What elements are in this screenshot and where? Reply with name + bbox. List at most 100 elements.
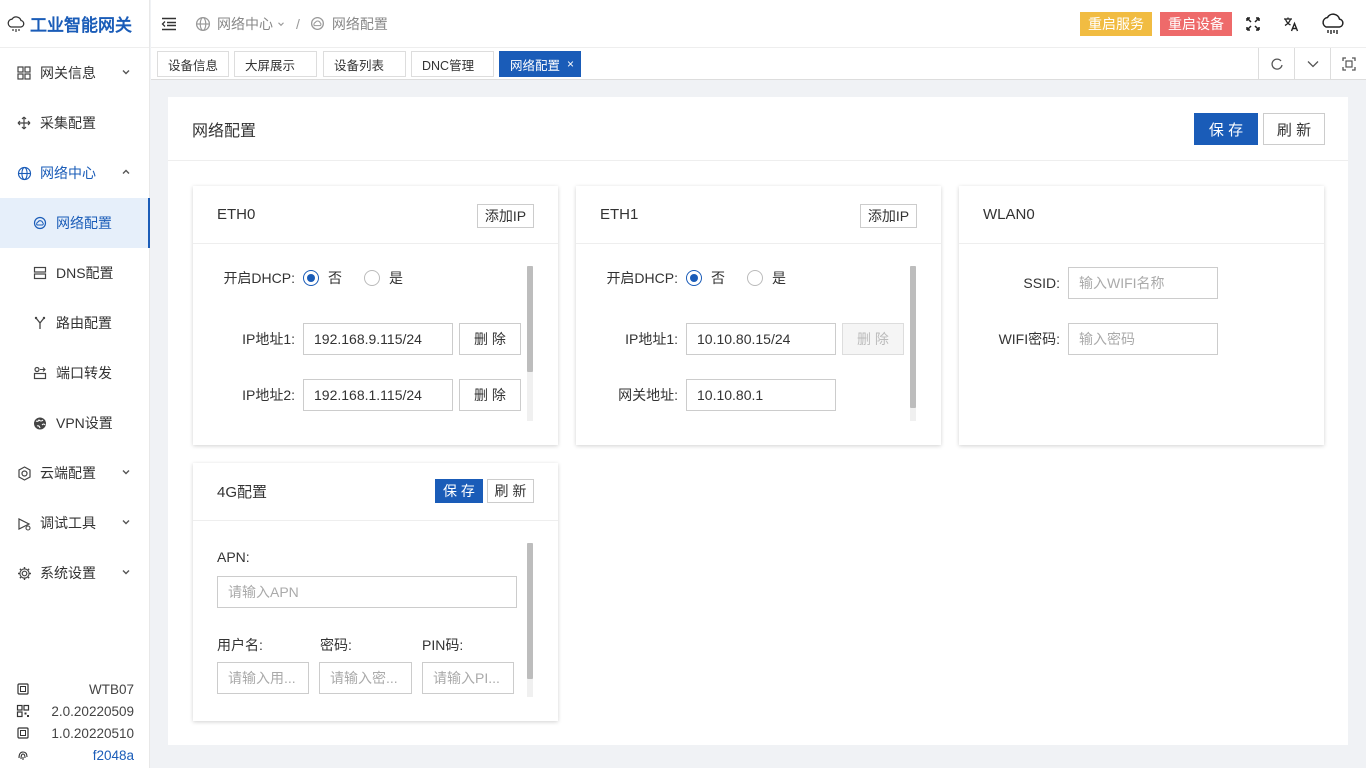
card-header: ETH1 添加IP	[576, 186, 941, 244]
fullscreen-icon[interactable]	[1244, 15, 1262, 33]
delete-button[interactable]: 删 除	[459, 379, 521, 411]
dhcp-label: 开启DHCP:	[606, 270, 678, 286]
firmware-version: 2.0.20220509	[51, 703, 134, 719]
scrollbar-thumb[interactable]	[910, 266, 916, 408]
card-header: ETH0 添加IP	[193, 186, 558, 244]
tab-device-info[interactable]: 设备信息	[157, 51, 229, 77]
menu-fold-icon[interactable]	[159, 14, 179, 34]
dhcp-yes-radio[interactable]: 是	[364, 268, 403, 288]
apn-label: APN:	[217, 549, 250, 565]
sidebar-item-network-config[interactable]: 网络配置	[0, 198, 150, 248]
cloud-nodes-icon	[16, 465, 32, 481]
sidebar-item-collect-config[interactable]: 采集配置	[0, 98, 150, 148]
username-input[interactable]: 请输入用...	[217, 662, 309, 694]
4g-card: 4G配置 保 存 刷 新 APN: 请输入APN 用户名: 密码: PIN码: …	[193, 463, 558, 721]
scrollbar[interactable]	[527, 543, 533, 697]
delete-button[interactable]: 删 除	[459, 323, 521, 355]
tab-big-screen[interactable]: 大屏展示	[234, 51, 317, 77]
restart-device-button[interactable]: 重启设备	[1160, 12, 1232, 36]
chevron-down-icon[interactable]	[276, 19, 286, 29]
sidebar-item-label: 调试工具	[40, 515, 96, 531]
tab-tools	[1258, 48, 1366, 79]
fingerprint-icon	[18, 751, 28, 760]
close-icon[interactable]: ×	[567, 57, 574, 71]
software-version-row: 1.0.20220510	[16, 722, 134, 744]
ip2-input[interactable]: 192.168.1.115/24	[303, 379, 453, 411]
chevron-down-icon[interactable]	[1294, 48, 1330, 79]
network-cloud-icon	[310, 16, 324, 30]
apn-input[interactable]: 请输入APN	[217, 576, 517, 608]
top-header: 网络中心 / 网络配置 重启服务 重启设备	[151, 0, 1366, 48]
ip1-label: IP地址1:	[242, 331, 295, 347]
scrollbar[interactable]	[910, 266, 916, 421]
sidebar-item-dns-config[interactable]: DNS配置	[0, 248, 150, 298]
card-title: ETH0	[217, 206, 256, 223]
scrollbar-thumb[interactable]	[527, 266, 533, 372]
tab-label: 大屏展示	[245, 58, 296, 73]
refresh-tab-icon[interactable]	[1258, 48, 1294, 79]
ssid-input[interactable]: 输入WIFI名称	[1068, 267, 1218, 299]
ip1-label: IP地址1:	[625, 331, 678, 347]
gateway-label: 网关地址:	[618, 387, 678, 403]
breadcrumb-item-network-center[interactable]: 网络中心	[217, 14, 273, 34]
refresh-4g-button[interactable]: 刷 新	[487, 479, 534, 503]
gateway-input[interactable]: 10.10.80.1	[686, 379, 836, 411]
sidebar-item-system-settings[interactable]: 系统设置	[0, 548, 150, 598]
username-label: 用户名:	[217, 637, 263, 653]
sidebar-item-route-config[interactable]: 路由配置	[0, 298, 150, 348]
qrcode-icon	[16, 704, 30, 718]
dhcp-yes-radio[interactable]: 是	[747, 268, 786, 288]
radio-dot	[364, 270, 380, 286]
dhcp-no-radio[interactable]: 否	[303, 268, 342, 288]
ip1-input[interactable]: 192.168.9.115/24	[303, 323, 453, 355]
sidebar-item-vpn-settings[interactable]: VPN设置	[0, 398, 150, 448]
header-actions: 重启服务 重启设备	[1080, 0, 1366, 48]
move-arrows-icon	[16, 115, 32, 131]
password-input[interactable]: 请输入密...	[319, 662, 412, 694]
add-ip-button[interactable]: 添加IP	[860, 204, 917, 228]
main-header: 网络配置 保 存 刷 新	[168, 97, 1348, 161]
sidebar-item-network-center[interactable]: 网络中心	[0, 148, 150, 198]
dhcp-no-radio[interactable]: 否	[686, 268, 725, 288]
sidebar-item-label: 端口转发	[56, 365, 112, 381]
delete-button: 删 除	[842, 323, 904, 355]
globe-icon	[16, 165, 32, 181]
expand-icon[interactable]	[1330, 48, 1366, 79]
scrollbar[interactable]	[527, 266, 533, 421]
route-icon	[32, 315, 48, 331]
app-logo[interactable]: 工业智能网关	[0, 0, 149, 48]
card-title: WLAN0	[983, 206, 1035, 223]
radio-dot	[747, 270, 763, 286]
add-ip-button[interactable]: 添加IP	[477, 204, 534, 228]
ip1-row: IP地址1: 192.168.9.115/24 删 除	[193, 323, 521, 355]
ssid-row: SSID: 输入WIFI名称	[959, 267, 1218, 299]
tab-label: 设备列表	[334, 58, 385, 73]
translate-icon[interactable]	[1282, 15, 1300, 33]
sidebar-item-gateway-info[interactable]: 网关信息	[0, 48, 150, 98]
wifi-password-input[interactable]: 输入密码	[1068, 323, 1218, 355]
device-model: WTB07	[88, 681, 134, 697]
restart-service-button[interactable]: 重启服务	[1080, 12, 1152, 36]
save-4g-button[interactable]: 保 存	[435, 479, 483, 503]
card-header: 4G配置 保 存 刷 新	[193, 463, 558, 521]
tab-dnc-management[interactable]: DNC管理	[411, 51, 494, 77]
ip1-input[interactable]: 10.10.80.15/24	[686, 323, 836, 355]
sidebar-item-cloud-config[interactable]: 云端配置	[0, 448, 150, 498]
card-title: 4G配置	[217, 484, 268, 501]
build-hash-link[interactable]: f2048a	[93, 748, 134, 763]
scrollbar-thumb[interactable]	[527, 543, 533, 679]
page-title: 网络配置	[192, 122, 257, 140]
wlan0-card: WLAN0 SSID: 输入WIFI名称 WIFI密码: 输入密码	[959, 186, 1324, 445]
build-hash-row: f2048a	[16, 744, 134, 766]
vpn-globe-icon	[32, 415, 48, 431]
save-button[interactable]: 保 存	[1194, 113, 1258, 145]
sidebar-item-debug-tools[interactable]: 调试工具	[0, 498, 150, 548]
tab-network-config[interactable]: 网络配置 ×	[499, 51, 581, 77]
refresh-button[interactable]: 刷 新	[1263, 113, 1325, 145]
pin-input[interactable]: 请输入PI...	[422, 662, 514, 694]
cloud-avatar-icon[interactable]	[1320, 11, 1346, 37]
eth1-card: ETH1 添加IP 开启DHCP: 否 是 IP地址1: 10.10.80.15…	[576, 186, 941, 445]
app-title: 工业智能网关	[30, 16, 132, 35]
sidebar-item-port-forward[interactable]: 端口转发	[0, 348, 150, 398]
tab-device-list[interactable]: 设备列表	[323, 51, 406, 77]
